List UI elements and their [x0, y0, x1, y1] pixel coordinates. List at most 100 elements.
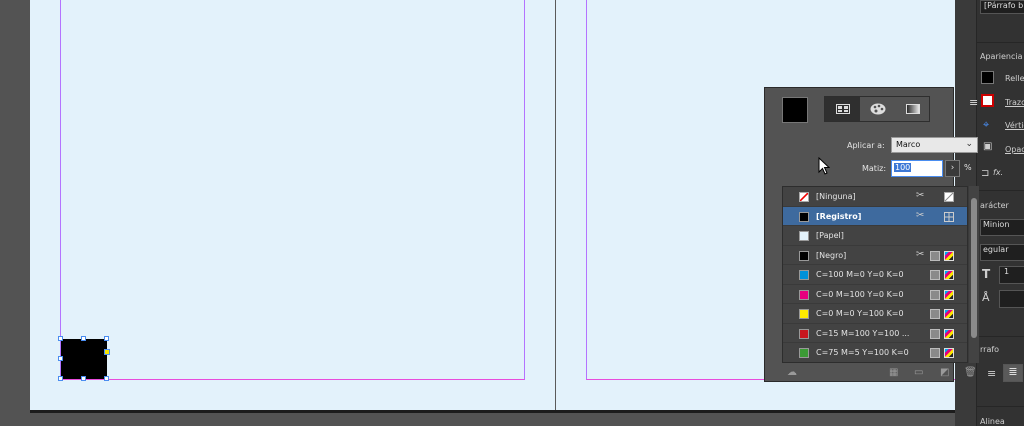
align-left-icon[interactable]: ≡ [987, 367, 996, 380]
swatch-name: C=15 M=100 Y=100 ... [816, 328, 910, 338]
frame-handle-tm[interactable] [81, 336, 86, 341]
list-item[interactable]: C=100 M=0 Y=0 K=0 [783, 265, 967, 285]
frame-handle-tr[interactable] [104, 336, 109, 341]
black-swatch-chip [799, 250, 809, 261]
font-family-value: Minion [983, 220, 1010, 229]
swatch-name: C=75 M=5 Y=100 K=0 [816, 348, 909, 357]
list-item[interactable]: [Ninguna] ✂ [783, 187, 967, 207]
tint-value: 100 [894, 163, 912, 172]
cloud-icon[interactable]: ☁ [787, 367, 797, 378]
none-mode-icon [944, 192, 954, 202]
magenta-swatch-chip [799, 289, 809, 300]
divider [977, 336, 1024, 337]
folder-icon[interactable]: ▭ [914, 367, 923, 378]
swatch-list-scrollbar[interactable] [969, 186, 979, 363]
process-color-icon [930, 328, 940, 339]
paragraph-style-value: [Párrafo b [984, 1, 1024, 10]
hamburger-menu-icon[interactable]: ≡ [969, 96, 981, 109]
swatch-name: [Negro] [816, 250, 847, 260]
left-page-margin-guide [60, 0, 525, 380]
swatch-name: [Papel] [816, 231, 844, 240]
process-color-icon [930, 309, 940, 319]
vertices-label[interactable]: Vértic [1005, 121, 1024, 130]
green-swatch-chip [799, 348, 809, 358]
leading-field[interactable] [999, 290, 1024, 308]
fill-stroke-proxy-swatch[interactable] [782, 97, 808, 123]
frame-handle-ml[interactable] [58, 356, 63, 361]
effects-label[interactable]: fx. [993, 168, 1003, 177]
red-swatch-chip [799, 328, 809, 339]
cmyk-mode-icon [944, 270, 954, 280]
process-color-icon [930, 348, 940, 358]
list-item[interactable]: C=15 M=100 Y=100 ... [783, 324, 967, 343]
swatch-name: C=100 M=0 Y=0 K=0 [816, 270, 904, 279]
font-style-field[interactable]: egular [980, 244, 1024, 261]
align-justify-icon[interactable]: ≣ [1003, 364, 1023, 382]
palette-icon[interactable] [860, 97, 895, 121]
corner-icon[interactable]: ⌖ [983, 118, 989, 132]
spread-shadow [30, 410, 955, 413]
list-item[interactable]: C=0 M=100 Y=0 K=0 [783, 285, 967, 304]
new-group-icon[interactable]: ▦ [889, 367, 898, 378]
process-color-icon [930, 250, 940, 261]
new-swatch-icon[interactable]: ◩ [940, 367, 949, 378]
frame-corner-widget-icon[interactable] [104, 349, 110, 355]
cmyk-mode-icon [944, 328, 954, 339]
paper-swatch-chip [799, 231, 809, 241]
list-item[interactable]: C=0 M=0 Y=100 K=0 [783, 304, 967, 324]
font-size-value: 1 [1004, 267, 1010, 276]
frame-handle-tl[interactable] [58, 336, 63, 341]
divider [977, 42, 1024, 43]
gradient-icon[interactable] [895, 97, 930, 121]
leading-icon: Å [982, 291, 990, 304]
cmyk-mode-icon [944, 289, 954, 300]
character-heading: arácter [980, 201, 1009, 210]
stroke-label[interactable]: Trazo [1005, 98, 1024, 107]
fill-label[interactable]: Rellen [1005, 74, 1024, 83]
font-family-field[interactable]: Minion [980, 219, 1024, 236]
apply-to-label: Aplicar a: [847, 141, 885, 150]
process-color-icon [930, 289, 940, 300]
grid-view-icon[interactable] [825, 97, 860, 121]
apply-to-select[interactable]: Marco ⌄ [891, 137, 978, 153]
list-item[interactable]: [Papel] [783, 226, 967, 246]
tint-input[interactable]: 100 [891, 160, 943, 177]
swatch-list: [Ninguna] ✂ [Registro] ✂ [Papel] [Negro]… [782, 186, 968, 363]
frame-handle-bm[interactable] [81, 376, 86, 381]
paragraph-style-field[interactable]: [Párrafo b [980, 0, 1024, 14]
spine-fold [555, 0, 556, 410]
process-color-icon [930, 270, 940, 280]
list-item[interactable]: [Negro] ✂ [783, 246, 967, 265]
registration-swatch-chip [799, 211, 809, 222]
none-swatch-chip [799, 192, 809, 202]
cyan-swatch-chip [799, 270, 809, 280]
swatches-panel: ≡ Aplicar a: Marco ⌄ Matiz: 100 › % [Nin… [764, 87, 979, 382]
scrollbar-thumb[interactable] [971, 198, 977, 338]
trash-icon[interactable]: 🗑 [964, 367, 977, 378]
appearance-heading: Apariencia [980, 52, 1023, 61]
text-wrap-icon[interactable]: ⊐ [981, 168, 989, 179]
scissors-icon: ✂ [916, 190, 925, 201]
list-item[interactable]: C=75 M=5 Y=100 K=0 [783, 343, 967, 363]
cmyk-mode-icon [944, 348, 954, 358]
scissors-icon: ✂ [916, 209, 925, 221]
swatch-name: [Registro] [816, 211, 862, 221]
properties-panel: [Párrafo b Apariencia Rellen Trazo ⌖ Vér… [976, 0, 1024, 426]
font-size-icon: T [982, 267, 991, 281]
selected-frame[interactable] [61, 339, 107, 379]
list-item[interactable]: [Registro] ✂ [783, 206, 967, 226]
opacity-label[interactable]: Opac [1005, 145, 1024, 154]
divider [977, 190, 1024, 191]
fill-swatch[interactable] [981, 71, 994, 84]
align-heading: Alinea [980, 417, 1005, 426]
divider [977, 406, 1024, 407]
tint-slider-arrow[interactable]: › [945, 160, 960, 177]
font-size-field[interactable]: 1 [999, 266, 1024, 284]
percent-sign: % [964, 163, 972, 172]
paragraph-heading: rrafo [980, 345, 1000, 354]
frame-handle-bl[interactable] [58, 376, 63, 381]
chevron-down-icon: ⌄ [965, 139, 973, 149]
stroke-swatch[interactable] [981, 94, 994, 107]
font-style-value: egular [983, 245, 1009, 254]
frame-handle-br[interactable] [104, 376, 109, 381]
